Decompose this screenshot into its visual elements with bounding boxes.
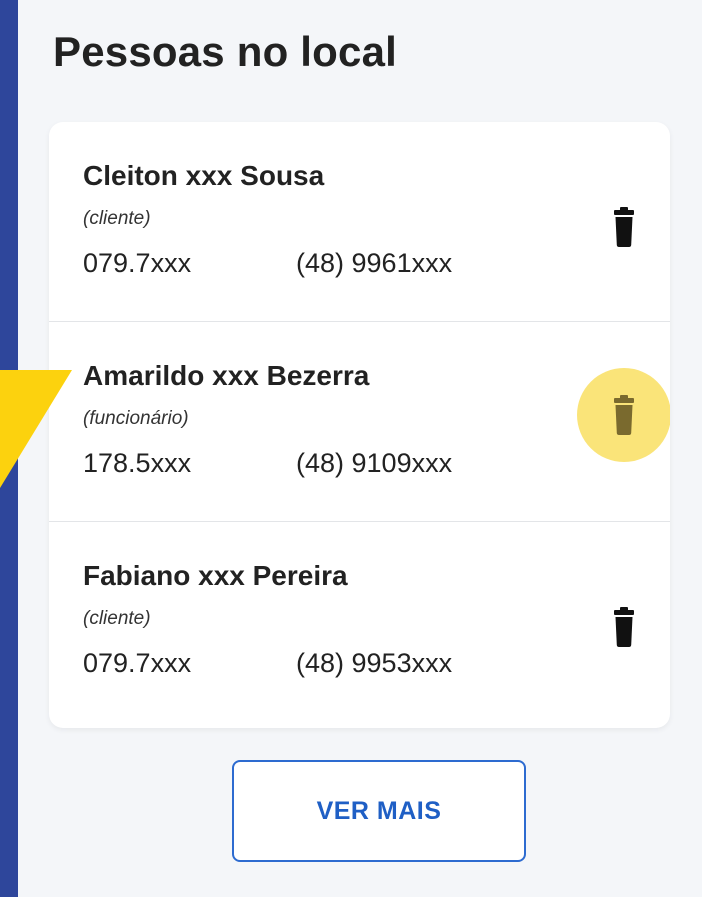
people-panel: Pessoas no local Cleiton xxx Sousa (clie… (18, 0, 702, 897)
person-document: 178.5xxx (83, 448, 192, 478)
delete-person-button[interactable] (576, 580, 670, 676)
person-document: 079.7xxx (83, 648, 192, 678)
person-name: Cleiton xxx Sousa (83, 160, 325, 191)
trash-icon (614, 395, 634, 435)
person-role: (cliente) (83, 608, 151, 629)
trash-icon (614, 607, 634, 647)
list-item: Fabiano xxx Pereira (cliente) 079.7xxx (… (49, 521, 670, 721)
list-item: Cleiton xxx Sousa (cliente) 079.7xxx (48… (49, 122, 670, 321)
delete-person-button[interactable] (576, 180, 670, 276)
list-item: Amarildo xxx Bezerra (funcionário) 178.5… (49, 321, 670, 521)
pointer-arrow-icon (0, 370, 72, 488)
person-name: Fabiano xxx Pereira (83, 560, 348, 591)
person-role: (funcionário) (83, 408, 189, 429)
person-document: 079.7xxx (83, 248, 192, 278)
see-more-button[interactable]: VER MAIS (232, 760, 526, 862)
person-name: Amarildo xxx Bezerra (83, 360, 370, 391)
trash-icon (614, 207, 634, 247)
person-phone: (48) 9109xxx (296, 448, 453, 478)
person-role: (cliente) (83, 208, 151, 229)
delete-person-button[interactable] (577, 368, 670, 462)
page-title: Pessoas no local (53, 28, 398, 75)
people-list: Cleiton xxx Sousa (cliente) 079.7xxx (48… (49, 122, 670, 728)
person-phone: (48) 9961xxx (296, 248, 453, 278)
person-phone: (48) 9953xxx (296, 648, 453, 678)
